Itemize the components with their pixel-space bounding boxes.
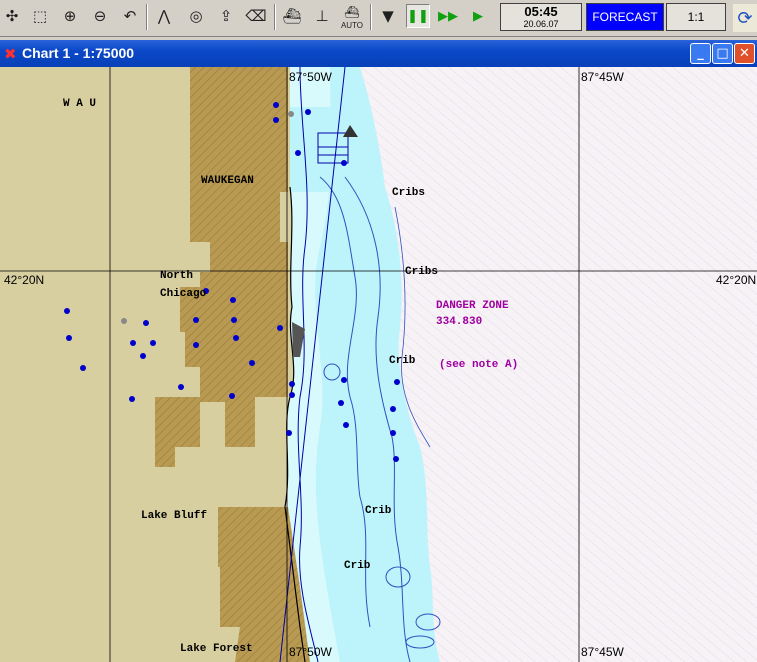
close-button[interactable]: ✕ bbox=[734, 43, 755, 64]
pause-icon[interactable]: ❚❚ bbox=[406, 4, 430, 28]
feature-cribs: Cribs bbox=[405, 266, 438, 278]
lon-label-bottom-right: 87°45W bbox=[581, 645, 624, 659]
play-icon[interactable]: ▶ bbox=[466, 4, 490, 28]
clock-date: 20.06.07 bbox=[523, 19, 559, 29]
target-icon[interactable]: ◎ bbox=[184, 4, 208, 28]
clock-display: 05:45 20.06.07 bbox=[500, 3, 582, 31]
lat-label-left: 42°20N bbox=[4, 273, 44, 287]
toolbar-separator bbox=[370, 4, 372, 30]
feature-cribs-top: Cribs bbox=[392, 187, 425, 199]
feature-crib-2: Crib bbox=[365, 505, 392, 517]
forecast-button[interactable]: FORECAST bbox=[586, 3, 664, 31]
place-waukegan: WAUKEGAN bbox=[201, 175, 254, 187]
compass-icon[interactable]: ⋀ bbox=[152, 4, 176, 28]
undo-icon[interactable]: ↶ bbox=[118, 4, 142, 28]
danger-zone-title: DANGER ZONE bbox=[436, 300, 509, 312]
anchor-down-icon[interactable]: ▼ bbox=[376, 4, 400, 28]
feature-crib-1: Crib bbox=[389, 355, 416, 367]
toolbar-separator bbox=[274, 4, 276, 30]
place-lake-bluff: Lake Bluff bbox=[141, 510, 207, 522]
route-icon[interactable]: ⊥ bbox=[310, 4, 334, 28]
urban-area-waukegan bbox=[190, 67, 288, 267]
ship-icon[interactable]: ⛴ bbox=[280, 4, 304, 28]
toolbar-separator bbox=[146, 4, 148, 30]
zoom-window-icon[interactable]: ⬚ bbox=[28, 4, 52, 28]
erase-icon[interactable]: ⌫ bbox=[244, 4, 268, 28]
fast-forward-icon[interactable]: ▶▶ bbox=[436, 4, 460, 28]
auto-ship-icon[interactable]: ⛴ AUTO bbox=[340, 4, 364, 30]
danger-zone-code: 334.830 bbox=[436, 316, 482, 328]
zoom-out-icon[interactable]: ⊖ bbox=[88, 4, 112, 28]
lon-label-top-left: 87°50W bbox=[289, 70, 332, 84]
export-icon[interactable]: ⇪ bbox=[214, 4, 238, 28]
lon-label-bottom-left: 87°50W bbox=[289, 645, 332, 659]
minimize-button[interactable]: _ bbox=[690, 43, 711, 64]
time-scale-button[interactable]: 1:1 bbox=[666, 3, 726, 31]
toolbar: ✣ ⬚ ⊕ ⊖ ↶ ⋀ ◎ ⇪ ⌫ ⛴ ⊥ ⛴ AUTO ▼ ❚❚ ▶▶ ▶ 05:45 20.06.07 FO… bbox=[0, 0, 757, 37]
place-chicago: Chicago bbox=[160, 288, 207, 300]
clock-time: 05:45 bbox=[524, 4, 558, 19]
place-lake-forest: Lake Forest bbox=[180, 643, 253, 655]
auto-label: AUTO bbox=[340, 21, 364, 30]
feature-crib-3: Crib bbox=[344, 560, 371, 572]
sync-icon[interactable]: ⟳ bbox=[733, 4, 757, 32]
lat-label-right: 42°20N bbox=[716, 273, 756, 287]
chart-window-titlebar[interactable]: ✖ Chart 1 - 1:75000 _ □ ✕ bbox=[0, 40, 757, 67]
place-north: North bbox=[160, 270, 193, 282]
zoom-in-icon[interactable]: ⊕ bbox=[58, 4, 82, 28]
app-icon: ✖ bbox=[4, 45, 17, 63]
place-wau: W A U bbox=[63, 98, 96, 110]
danger-zone-note: (see note A) bbox=[439, 359, 518, 371]
nautical-chart[interactable]: 87°50W 87°45W 87°50W 87°45W 42°20N 42°20… bbox=[0, 67, 757, 662]
window-title: Chart 1 - 1:75000 bbox=[22, 45, 135, 61]
maximize-button[interactable]: □ bbox=[712, 43, 733, 64]
lon-label-top-right: 87°45W bbox=[581, 70, 624, 84]
pan-icon[interactable]: ✣ bbox=[0, 4, 24, 28]
